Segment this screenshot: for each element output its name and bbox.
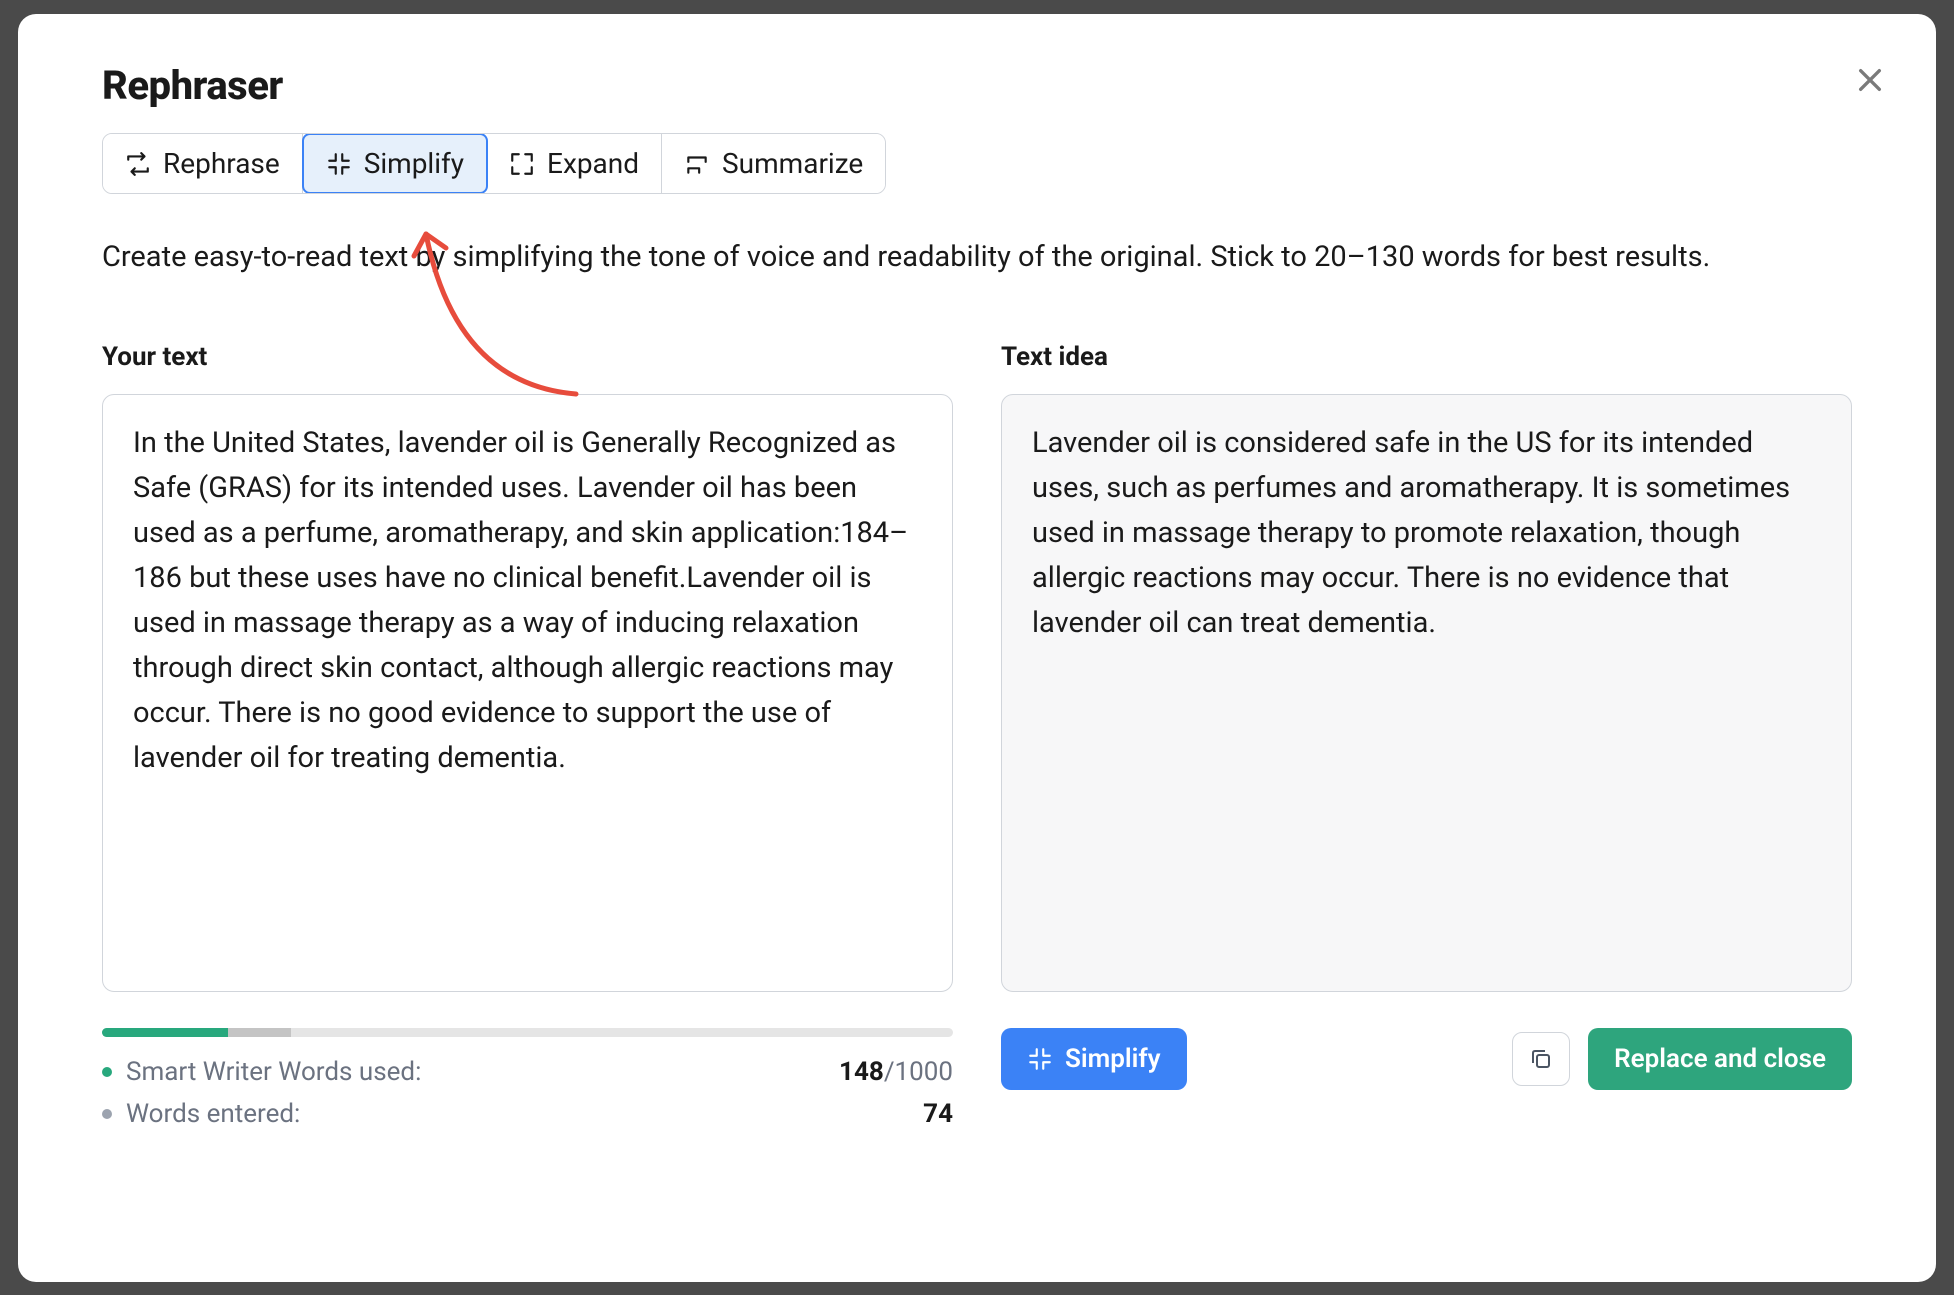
stat-value: 148/1000 [839, 1057, 953, 1087]
dot-icon [102, 1067, 112, 1077]
stat-label-text: Words entered: [126, 1099, 300, 1129]
progress-fill-gray [228, 1028, 291, 1037]
progress-fill-green [102, 1028, 228, 1037]
modal-backdrop: Rephraser Rephrase Simplify Expand [0, 0, 1954, 1295]
tab-label: Simplify [364, 147, 464, 180]
tab-expand[interactable]: Expand [487, 134, 662, 193]
rephrase-icon [125, 151, 151, 177]
text-idea-label: Text idea [1001, 342, 1852, 372]
close-icon [1854, 64, 1886, 96]
simplify-icon [326, 151, 352, 177]
text-idea-output: Lavender oil is considered safe in the U… [1001, 394, 1852, 992]
text-idea-column: Text idea Lavender oil is considered saf… [1001, 342, 1852, 1135]
tab-summarize[interactable]: Summarize [662, 134, 885, 193]
simplify-button[interactable]: Simplify [1001, 1028, 1187, 1090]
copy-icon [1529, 1047, 1553, 1071]
dot-icon [102, 1109, 112, 1119]
tab-label: Expand [547, 147, 639, 180]
description-text: Create easy-to-read text by simplifying … [102, 234, 1852, 280]
copy-button[interactable] [1512, 1032, 1570, 1086]
replace-and-close-button[interactable]: Replace and close [1588, 1028, 1852, 1090]
stat-words-entered: Words entered: 74 [102, 1093, 953, 1135]
your-text-label: Your text [102, 342, 953, 372]
columns-container: Your text Smart Writer Words used: 148/1… [102, 342, 1852, 1135]
expand-icon [509, 151, 535, 177]
tab-simplify[interactable]: Simplify [302, 133, 488, 194]
tab-label: Rephrase [163, 147, 280, 180]
summarize-icon [684, 151, 710, 177]
rephraser-modal: Rephraser Rephrase Simplify Expand [18, 14, 1936, 1282]
modal-title: Rephraser [102, 62, 1852, 109]
progress-bar [102, 1028, 953, 1037]
stat-value: 74 [923, 1099, 953, 1129]
stat-label-text: Smart Writer Words used: [126, 1057, 421, 1087]
tab-rephrase[interactable]: Rephrase [103, 134, 303, 193]
tab-label: Summarize [722, 147, 863, 180]
tab-group: Rephrase Simplify Expand Summarize [102, 133, 886, 194]
stats-block: Smart Writer Words used: 148/1000 Words … [102, 1051, 953, 1135]
actions-row: Simplify Replace and close [1001, 1028, 1852, 1090]
stat-words-used: Smart Writer Words used: 148/1000 [102, 1051, 953, 1093]
your-text-column: Your text Smart Writer Words used: 148/1… [102, 342, 953, 1135]
button-label: Replace and close [1614, 1044, 1826, 1074]
close-button[interactable] [1846, 56, 1894, 104]
button-label: Simplify [1065, 1044, 1161, 1074]
your-text-input[interactable] [102, 394, 953, 992]
simplify-icon [1027, 1046, 1053, 1072]
